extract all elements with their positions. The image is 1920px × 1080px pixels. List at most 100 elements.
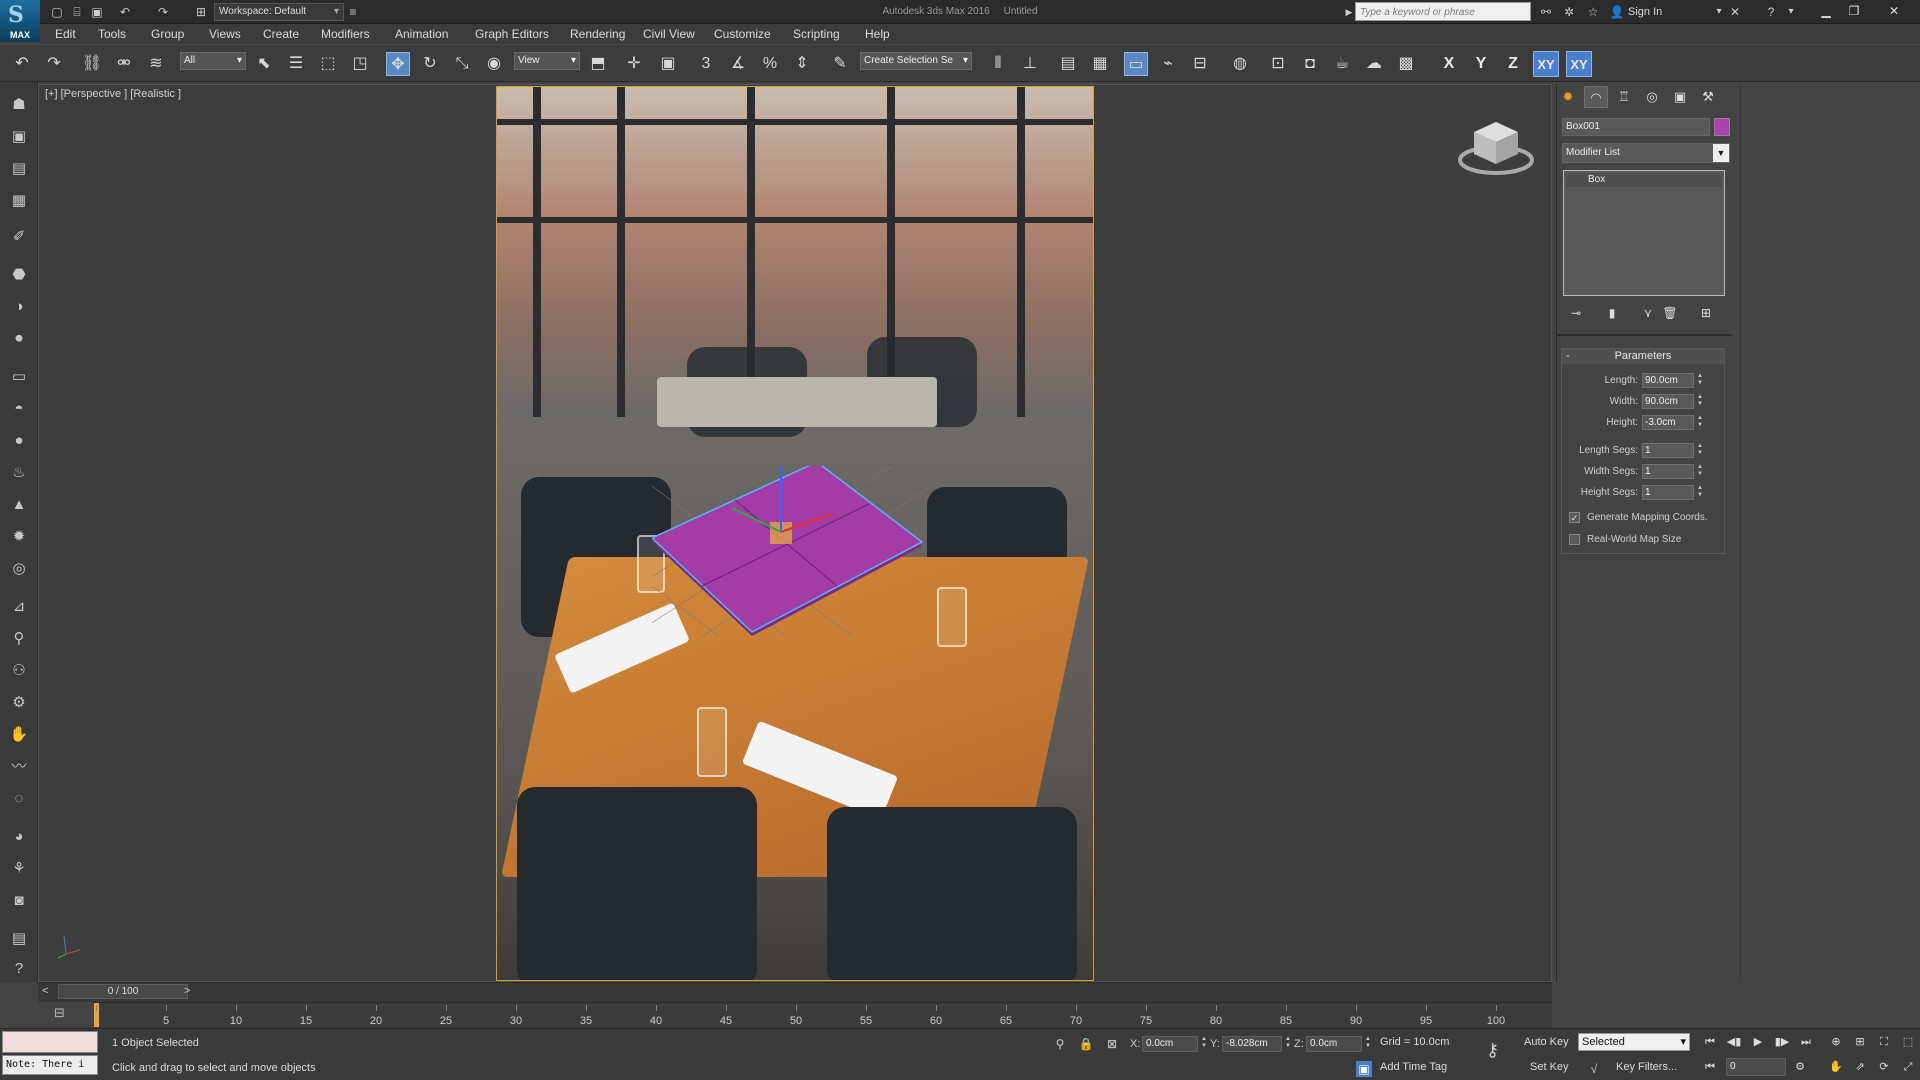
key-mode-toggle-icon[interactable]: ⏮ [1700,1058,1720,1076]
unlink-icon[interactable]: ⚮ [112,52,136,76]
set-keys-icon[interactable]: ⚷ [1486,1040,1499,1061]
time-configuration-icon[interactable]: ⚙ [1790,1058,1810,1076]
field-of-view-icon[interactable]: ⛶ [1874,1033,1894,1051]
rendered-frame-window-icon[interactable]: ◘ [1298,52,1322,76]
menu-rendering[interactable]: Rendering [570,24,625,44]
maximize-viewport-icon[interactable]: ⬚ [1898,1033,1918,1051]
height-field[interactable]: -3.0cm [1642,415,1694,430]
hemisphere-icon[interactable]: ◓ [8,398,30,420]
biped-icon[interactable]: ⚇ [8,660,30,682]
go-to-start-icon[interactable]: ⏮ [1700,1033,1720,1051]
sphere-icon[interactable]: ● [8,430,30,452]
help-circle-icon[interactable]: ? [8,958,30,980]
record-icon[interactable]: ⏺ [8,328,30,350]
menu-create[interactable]: Create [263,24,299,44]
z-coord-spinner-icon[interactable]: ▲ ▼ [1364,1036,1372,1051]
constrain-xy-plane-button[interactable]: XY [1566,51,1592,77]
modifier-stack[interactable] [1563,170,1725,296]
sign-in-link[interactable]: Sign In [1628,3,1662,21]
redo-quick-icon[interactable]: ↷ [154,3,172,21]
minimize-window-icon[interactable]: ▁ [1812,0,1840,22]
maxscript-listener-input[interactable] [2,1031,98,1053]
new-file-icon[interactable]: ▢ [48,3,66,21]
select-object-icon[interactable]: ⬉ [252,52,276,76]
remove-modifier-icon[interactable]: 🗑 [1660,304,1680,322]
zoom-all-icon[interactable]: ⊞ [1850,1033,1870,1051]
time-slider-prev[interactable]: < [42,985,48,997]
y-coord-spinner-icon[interactable]: ▲ ▼ [1284,1036,1292,1051]
user-icon[interactable]: 👤 [1608,3,1626,21]
length-spinner-icon[interactable]: ▲ ▼ [1696,373,1704,388]
binoculars-icon[interactable]: ⚯ [1537,3,1555,21]
select-by-name-icon[interactable]: ☰ [284,52,308,76]
generate-mapping-checkbox[interactable]: ✓ [1569,512,1580,523]
undo-icon[interactable]: ↶ [10,52,34,76]
spinner-snap-icon[interactable]: ⇕ [790,52,814,76]
bone-icon[interactable]: ⚲ [8,628,30,650]
menu-customize[interactable]: Customize [714,24,771,44]
render-setup-icon[interactable]: ⊡ [1266,52,1290,76]
orbit-icon[interactable]: ◑ [8,296,30,318]
add-time-tag-button[interactable]: Add Time Tag [1380,1061,1447,1073]
select-and-rotate-icon[interactable]: ↻ [418,52,442,76]
menu-help[interactable]: Help [865,24,890,44]
quick-access-more-icon[interactable]: ≡ [344,3,362,21]
mini-curve-editor-icon[interactable]: ⊟ [54,1005,72,1023]
help-dropdown-icon[interactable]: ▾ [1782,3,1800,21]
select-and-move-icon[interactable]: ✥ [386,52,410,76]
teapot-icon[interactable]: ☗ [8,94,30,116]
menu-civil-view[interactable]: Civil View [643,24,695,44]
default-in-out-tangents-icon[interactable]: √ [1586,1061,1602,1077]
pivot-center-icon[interactable]: ⬒ [586,52,610,76]
auto-key-button[interactable]: Auto Key [1524,1036,1569,1048]
sun-light-icon[interactable]: ✹ [8,526,30,548]
lock-selection-icon[interactable]: 🔒 [1078,1036,1094,1052]
stack-item-box[interactable]: Box [1566,173,1722,187]
box001-mesh[interactable] [652,466,938,636]
object-color-swatch[interactable] [1714,118,1730,136]
menu-views[interactable]: Views [209,24,241,44]
width-segs-field[interactable]: 1 [1642,464,1694,479]
constrain-xy-button[interactable]: XY [1533,51,1559,77]
make-unique-icon[interactable]: ⋎ [1638,304,1658,322]
width-segs-spinner-icon[interactable]: ▲ ▼ [1696,464,1704,479]
parameters-rollout-header[interactable]: - Parameters [1562,349,1724,364]
snaps-toggle-icon[interactable]: 3 [694,52,718,76]
pin-stack-icon[interactable]: ⊸ [1566,304,1586,322]
time-slider-thumb[interactable]: 0 / 100 [58,984,188,999]
manipulate-icon[interactable]: ✛ [622,52,646,76]
help-icon[interactable]: ? [1762,3,1780,21]
height-spinner-icon[interactable]: ▲ ▼ [1696,415,1704,430]
height-segs-spinner-icon[interactable]: ▲ ▼ [1696,485,1704,500]
selection-filter-dropdown[interactable]: All [180,52,246,70]
restore-window-icon[interactable]: ❐ [1840,0,1868,22]
previous-frame-icon[interactable]: ◀▮ [1724,1033,1744,1051]
menu-scripting[interactable]: Scripting [793,24,840,44]
undo-quick-icon[interactable]: ↶ [116,3,134,21]
z-coord-field[interactable]: 0.0cm [1306,1036,1362,1052]
bind-space-warp-icon[interactable]: ≋ [144,52,168,76]
length-segs-spinner-icon[interactable]: ▲ ▼ [1696,443,1704,458]
object-name-field[interactable]: Box001 [1562,118,1710,136]
align-icon[interactable]: ⊥ [1018,52,1042,76]
cone-icon[interactable]: ▲ [8,494,30,516]
teapot-primitive-icon[interactable]: ♨ [8,462,30,484]
isolate-selection-icon[interactable]: ⚲ [1052,1036,1068,1052]
reference-coordinate-dropdown[interactable]: View [514,52,580,70]
window-crossing-icon[interactable]: ◳ [348,52,372,76]
redo-icon[interactable]: ↷ [42,52,66,76]
stairs-icon[interactable]: ⊿ [8,596,30,618]
menu-modifiers[interactable]: Modifiers [321,24,370,44]
search-input[interactable]: Type a keyword or phrase [1355,2,1531,21]
layers-icon[interactable]: ▦ [8,190,30,212]
close-exchange-icon[interactable]: ✕ [1726,3,1744,21]
rollout-collapse-icon[interactable]: - [1566,349,1570,364]
subscription-center-icon[interactable]: ✲ [1560,3,1578,21]
menu-animation[interactable]: Animation [395,24,448,44]
length-field[interactable]: 90.0cm [1642,373,1694,388]
absolute-offset-mode-icon[interactable]: ⊠ [1104,1036,1120,1052]
show-end-result-icon[interactable]: ▮ [1602,304,1622,322]
edit-named-selection-icon[interactable]: ✎ [828,52,852,76]
menu-tools[interactable]: Tools [98,24,126,44]
x-coord-field[interactable]: 0.0cm [1142,1036,1198,1052]
